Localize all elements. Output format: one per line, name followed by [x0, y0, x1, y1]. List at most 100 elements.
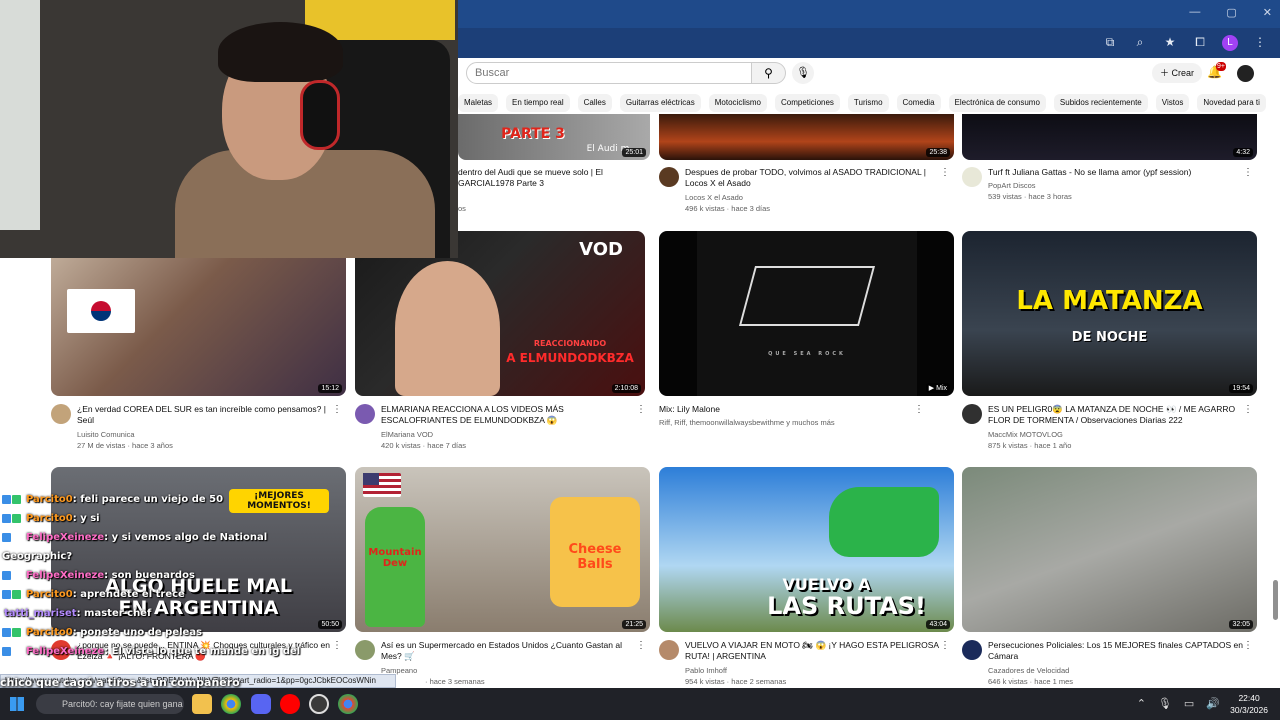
- more-options-icon[interactable]: ⋮: [332, 404, 342, 415]
- video-meta: Así es un Supermercado en Estados Unidos…: [355, 640, 650, 686]
- duration-badge: 43:04: [926, 620, 950, 629]
- duration-badge: 4:32: [1233, 148, 1253, 157]
- channel-name[interactable]: MaccMix MOTOVLOG: [988, 430, 1063, 439]
- duration-badge: 19:54: [1229, 384, 1253, 393]
- channel-avatar[interactable]: [355, 640, 375, 660]
- taskbar-clock[interactable]: 22:40 30/3/2026: [1230, 692, 1268, 716]
- video-thumbnail[interactable]: PARTE 3 El Audi m 25:01: [458, 114, 650, 160]
- discord-icon[interactable]: [251, 694, 271, 714]
- chip-maletas[interactable]: Maletas: [458, 94, 499, 112]
- channel-avatar[interactable]: [962, 404, 982, 424]
- chat-text: Geographic?: [2, 551, 73, 562]
- video-title[interactable]: ES UN PELIGR0😨 LA MATANZA DE NOCHE 👀 / M…: [988, 404, 1243, 426]
- obs-icon[interactable]: [309, 694, 329, 714]
- video-thumbnail[interactable]: LA MATANZA DE NOCHE 19:54: [962, 231, 1257, 396]
- video-thumbnail[interactable]: 25:38: [659, 114, 954, 160]
- chip-guitarras[interactable]: Guitarras eléctricas: [619, 94, 701, 112]
- chip-subidos-recientemente[interactable]: Subidos recientemente: [1053, 94, 1148, 112]
- more-options-icon[interactable]: ⋮: [1243, 404, 1253, 415]
- search-input[interactable]: Buscar: [466, 62, 752, 84]
- more-options-icon[interactable]: ⋮: [914, 404, 924, 415]
- video-title[interactable]: Persecuciones Policiales: Los 15 MEJORES…: [988, 640, 1243, 662]
- maximize-icon[interactable]: ▢: [1226, 6, 1236, 19]
- close-icon[interactable]: ✕: [1263, 6, 1272, 19]
- chip-competiciones[interactable]: Competiciones: [775, 94, 840, 112]
- more-options-icon[interactable]: ⋮: [636, 640, 646, 651]
- channel-name[interactable]: Riff, Riff, themoonwillalwaysbewithme y …: [659, 418, 835, 427]
- more-options-icon[interactable]: ⋮: [1243, 640, 1253, 651]
- video-title[interactable]: dentro del Audi que se mueve solo | El G…: [458, 167, 638, 189]
- video-title[interactable]: ¿En verdad COREA DEL SUR es tan increíbl…: [77, 404, 332, 426]
- more-options-icon[interactable]: ⋮: [940, 167, 950, 178]
- duration-badge: 25:38: [926, 148, 950, 157]
- taskbar-search[interactable]: Parcito0: cay fijate quien gana: [36, 694, 184, 714]
- zoom-icon[interactable]: ⌕: [1132, 35, 1148, 51]
- chip-turismo[interactable]: Turismo: [847, 94, 889, 112]
- channel-avatar[interactable]: [659, 640, 679, 660]
- chip-electronica[interactable]: Electrónica de consumo: [948, 94, 1046, 112]
- channel-name[interactable]: Pablo Imhoff: [685, 666, 727, 675]
- channel-avatar[interactable]: [962, 167, 982, 187]
- window-light: [0, 0, 40, 230]
- chip-novedad[interactable]: Novedad para ti: [1197, 94, 1266, 112]
- chat-username: Parcito0: [26, 589, 73, 600]
- video-stats: · hace 3 semanas: [425, 677, 485, 686]
- more-options-icon[interactable]: ⋮: [940, 640, 950, 651]
- search-button[interactable]: ⚲: [752, 62, 786, 84]
- video-title[interactable]: VUELVO A VIAJAR EN MOTO 🏍 😱 ¡Y HAGO ESTA…: [685, 640, 940, 662]
- riff-logo: [738, 266, 876, 326]
- video-title[interactable]: Turf ft Juliana Gattas - No se llama amo…: [988, 167, 1243, 178]
- create-button[interactable]: ＋ Crear: [1152, 63, 1203, 83]
- video-stats: os: [458, 204, 466, 213]
- more-options-icon[interactable]: ⋮: [1243, 167, 1253, 178]
- bookmark-star-icon[interactable]: ★: [1162, 35, 1178, 51]
- chip-motociclismo[interactable]: Motociclismo: [708, 94, 767, 112]
- video-title[interactable]: Despues de probar TODO, volvimos al ASAD…: [685, 167, 940, 189]
- chrome-icon[interactable]: [221, 694, 241, 714]
- window-controls: — ▢ ✕: [1189, 6, 1272, 19]
- channel-avatar[interactable]: [51, 404, 71, 424]
- tray-chevron-icon[interactable]: ⌃: [1137, 697, 1146, 710]
- display-icon[interactable]: ▭: [1184, 697, 1194, 710]
- chip-comedia[interactable]: Comedia: [896, 94, 941, 112]
- channel-name[interactable]: PopArt Discos: [988, 181, 1036, 190]
- video-title[interactable]: Así es un Supermercado en Estados Unidos…: [381, 640, 636, 662]
- channel-name[interactable]: ElMariana VOD: [381, 430, 433, 439]
- page-scrollbar[interactable]: [1273, 580, 1278, 620]
- video-title[interactable]: Mix: Lily Malone: [659, 404, 914, 415]
- voice-search-button[interactable]: 🎙: [792, 62, 814, 84]
- channel-avatar[interactable]: [355, 404, 375, 424]
- clock-date: 30/3/2026: [1230, 705, 1268, 715]
- volume-icon[interactable]: 🔊: [1206, 697, 1220, 710]
- file-explorer-icon[interactable]: [192, 694, 212, 714]
- windows-start-icon[interactable]: [10, 697, 24, 711]
- account-avatar[interactable]: [1237, 65, 1254, 82]
- duration-badge: 15:12: [318, 384, 342, 393]
- video-thumbnail[interactable]: Mountain Dew Cheese Balls 21:25: [355, 467, 650, 632]
- channel-name[interactable]: Cazadores de Velocidad: [988, 666, 1069, 675]
- duration-badge: 25:01: [622, 148, 646, 157]
- chip-en-tiempo-real[interactable]: En tiempo real: [506, 94, 570, 112]
- profile-avatar[interactable]: L: [1222, 35, 1238, 51]
- chip-calles[interactable]: Calles: [577, 94, 612, 112]
- video-stats: 496 k vistas · hace 3 días: [685, 204, 771, 213]
- chrome-profile-icon[interactable]: [338, 694, 358, 714]
- video-thumbnail[interactable]: 32:05: [962, 467, 1257, 632]
- channel-avatar[interactable]: [659, 167, 679, 187]
- chat-text: : master chef: [76, 608, 152, 619]
- video-thumbnail[interactable]: QUE SEA ROCK ▶ Mix: [659, 231, 954, 396]
- extensions-icon[interactable]: ⧠: [1192, 35, 1208, 51]
- channel-name[interactable]: Locos X el Asado: [685, 193, 743, 202]
- channel-name[interactable]: Luisito Comunica: [77, 430, 135, 439]
- install-app-icon[interactable]: ⧉: [1102, 35, 1118, 51]
- channel-avatar[interactable]: [962, 640, 982, 660]
- video-thumbnail[interactable]: VUELVO A LAS RUTAS! 43:04: [659, 467, 954, 632]
- minimize-icon[interactable]: —: [1189, 6, 1200, 19]
- more-options-icon[interactable]: ⋮: [332, 640, 342, 651]
- youtube-app-icon[interactable]: [280, 694, 300, 714]
- chip-vistos[interactable]: Vistos: [1155, 94, 1190, 112]
- video-thumbnail[interactable]: 4:32: [962, 114, 1257, 160]
- video-title[interactable]: ELMARIANA REACCIONA A LOS VIDEOS MÁS ESC…: [381, 404, 636, 426]
- microphone-icon[interactable]: 🎙: [1158, 697, 1172, 710]
- kebab-menu-icon[interactable]: ⋮: [1252, 35, 1268, 51]
